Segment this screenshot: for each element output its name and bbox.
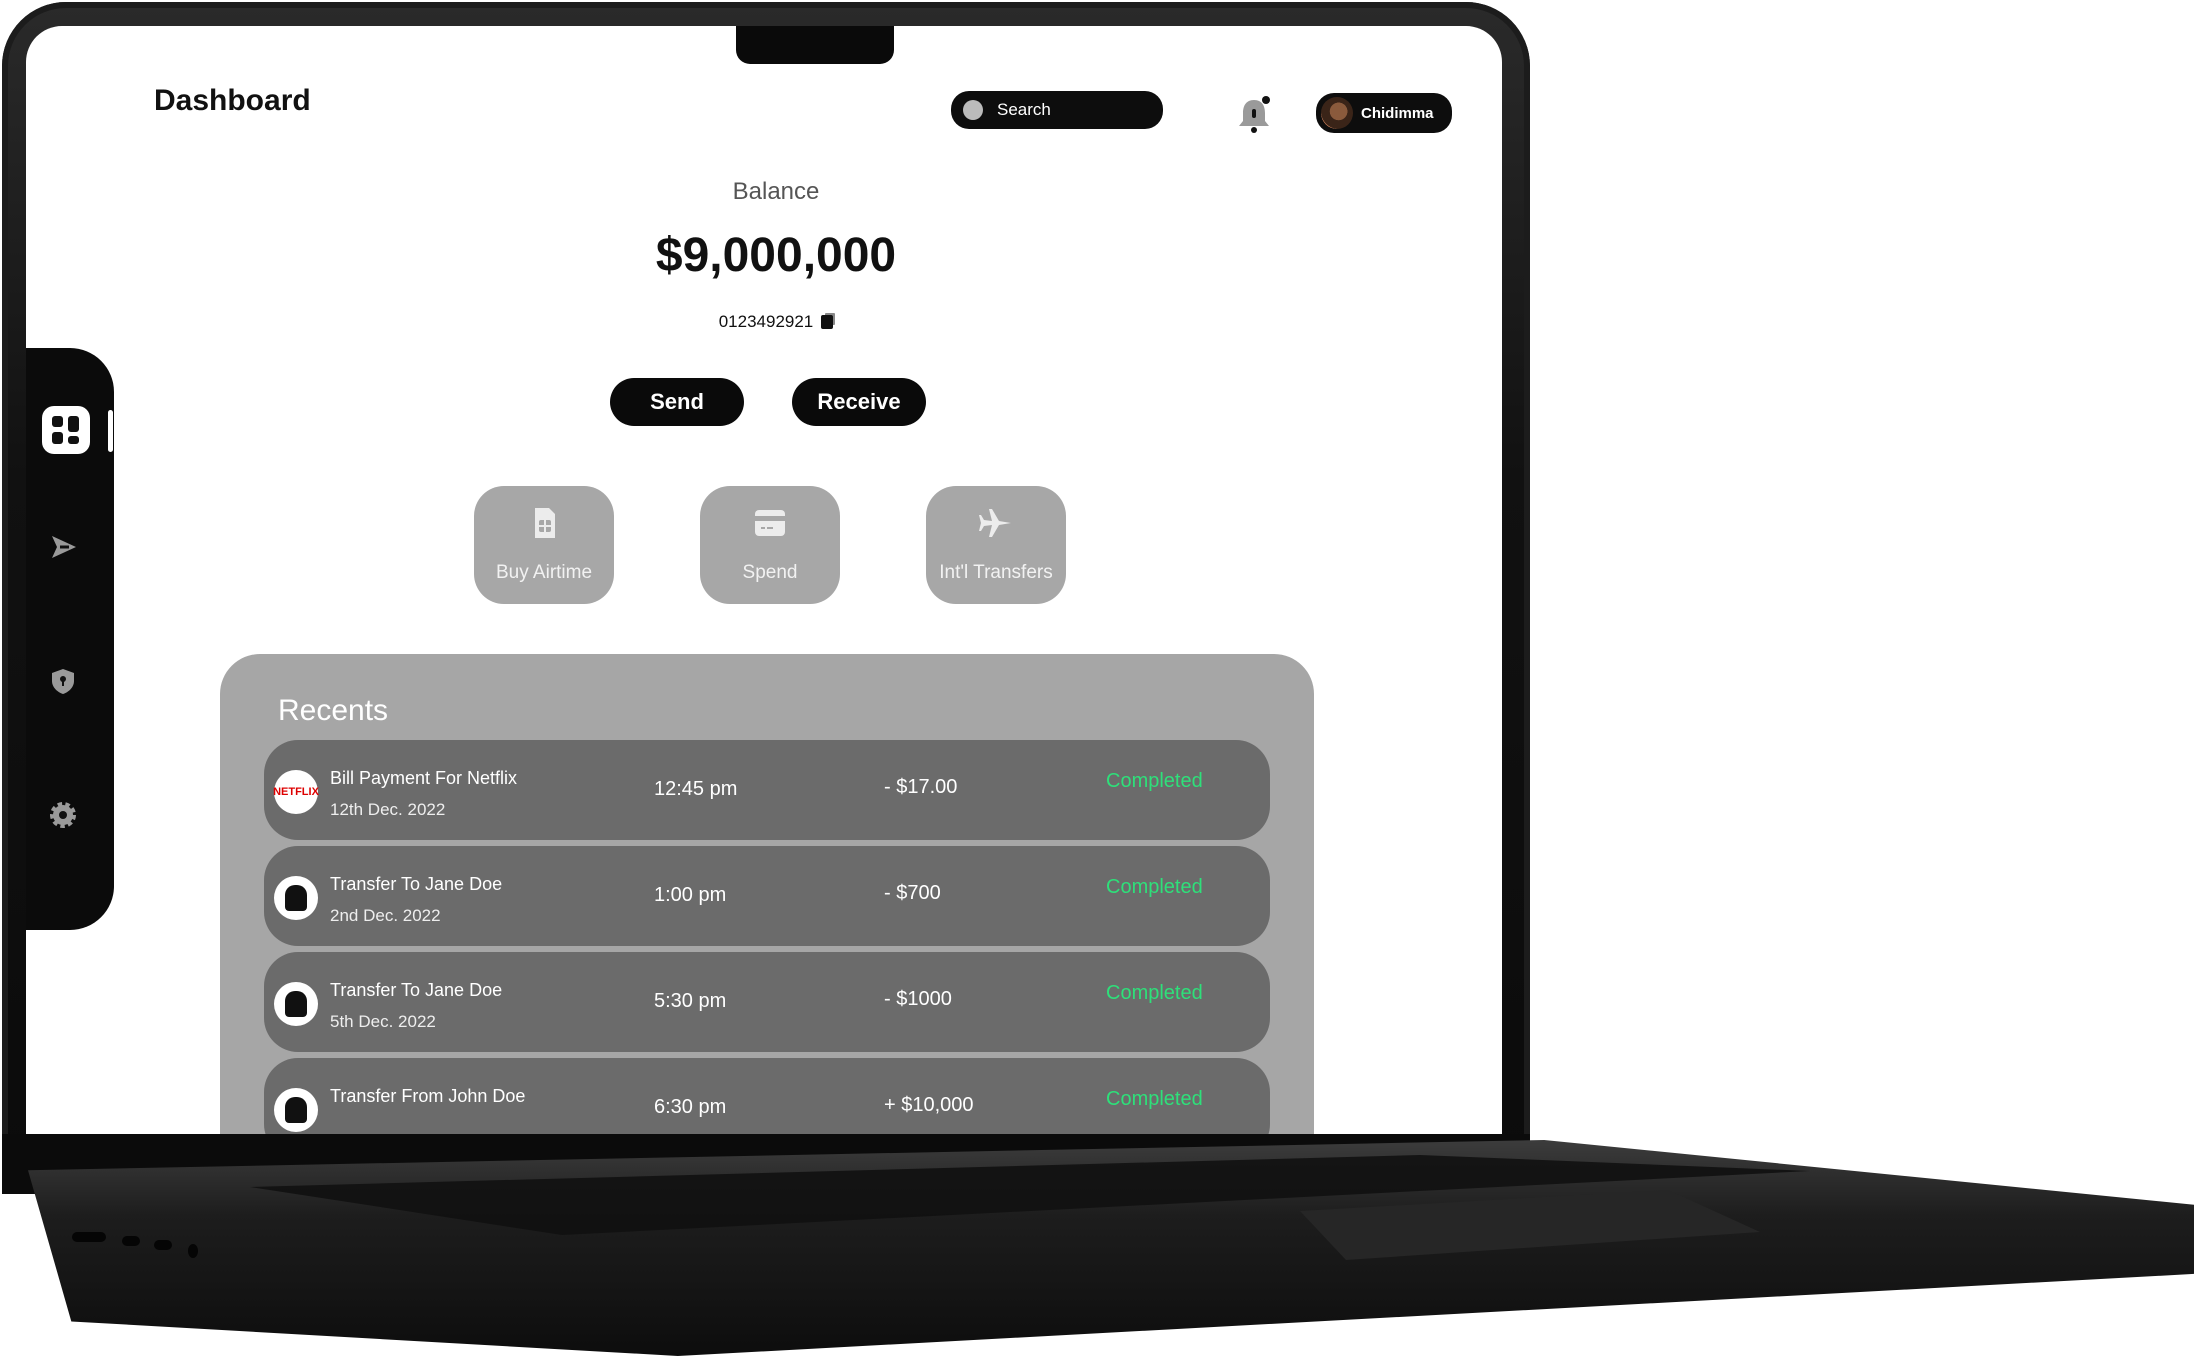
page-title: Dashboard: [154, 84, 311, 117]
transaction-status: Completed: [1106, 1088, 1203, 1110]
transaction-amount: - $1000: [884, 988, 952, 1010]
user-transfer-icon: [274, 876, 318, 920]
transaction-title: Transfer To Jane Doe: [330, 874, 503, 894]
transaction-status: Completed: [1106, 982, 1203, 1004]
user-name: Chidimma: [1361, 104, 1434, 122]
transaction-title: Transfer To Jane Doe: [330, 980, 503, 1000]
recents-title: Recents: [278, 694, 389, 727]
card-icon: [753, 506, 787, 540]
transaction-row[interactable]: Transfer From John Doe 6:30 pm + $10,000…: [264, 1058, 1270, 1134]
search-icon: [963, 100, 983, 120]
headphone-jack: [188, 1244, 198, 1258]
search-bar[interactable]: Search: [951, 91, 1163, 129]
camera-notch: [736, 26, 894, 64]
search-placeholder: Search: [997, 100, 1051, 119]
sidebar-item-dashboard[interactable]: [42, 406, 90, 454]
avatar: [1321, 97, 1353, 129]
send-icon[interactable]: [48, 532, 78, 562]
usb-c-port: [154, 1240, 172, 1250]
transaction-amount: - $700: [884, 882, 941, 904]
receive-button[interactable]: Receive: [792, 378, 926, 426]
shield-icon[interactable]: [48, 666, 78, 696]
transaction-date: 12th Dec. 2022: [330, 800, 446, 819]
transaction-amount: - $17.00: [884, 776, 958, 798]
recents-panel: Recents NETFLIX Bill Payment For Netflix…: [220, 654, 1314, 1134]
balance-label: Balance: [732, 178, 820, 205]
transaction-status: Completed: [1106, 770, 1203, 792]
user-transfer-icon: [274, 1088, 318, 1132]
transaction-time: 5:30 pm: [654, 990, 727, 1012]
transaction-time: 12:45 pm: [654, 778, 738, 800]
transaction-date: 5th Dec. 2022: [330, 1012, 436, 1031]
transaction-time: 1:00 pm: [654, 884, 727, 906]
active-indicator: [108, 410, 113, 452]
spend-label: Spend: [742, 562, 798, 583]
netflix-logo-icon: NETFLIX: [273, 770, 319, 814]
buy-airtime-button[interactable]: Buy Airtime: [474, 486, 614, 604]
transaction-row[interactable]: Transfer To Jane Doe 2nd Dec. 2022 1:00 …: [264, 846, 1270, 946]
transaction-amount: + $10,000: [884, 1094, 974, 1116]
sim-card-icon: [527, 506, 561, 540]
send-button[interactable]: Send: [610, 378, 744, 426]
airplane-icon: [979, 506, 1013, 540]
buy-airtime-label: Buy Airtime: [495, 562, 593, 583]
transaction-row[interactable]: NETFLIX Bill Payment For Netflix 12th De…: [264, 740, 1270, 840]
spend-button[interactable]: Spend: [700, 486, 840, 604]
user-transfer-icon: [274, 982, 318, 1026]
sidebar: [26, 348, 114, 930]
transaction-status: Completed: [1106, 876, 1203, 898]
usb-c-port: [72, 1232, 106, 1242]
gear-icon[interactable]: [48, 800, 78, 830]
account-number: 0123492921: [718, 312, 814, 331]
transaction-title: Bill Payment For Netflix: [330, 768, 518, 788]
copy-icon[interactable]: [821, 315, 834, 329]
intl-transfers-label: Int'l Transfers: [939, 562, 1053, 583]
account-number-row: 0123492921: [526, 312, 1026, 332]
transaction-time: 6:30 pm: [654, 1096, 727, 1118]
transaction-date: 2nd Dec. 2022: [330, 906, 441, 925]
transaction-row[interactable]: Transfer To Jane Doe 5th Dec. 2022 5:30 …: [264, 952, 1270, 1052]
usb-c-port: [122, 1236, 140, 1246]
transaction-title: Transfer From John Doe: [330, 1086, 526, 1106]
user-profile-chip[interactable]: Chidimma: [1316, 93, 1452, 133]
intl-transfers-button[interactable]: Int'l Transfers: [926, 486, 1066, 604]
balance-amount: $9,000,000: [655, 229, 897, 282]
app-screen: Dashboard Search Chidimma Balance $9,000…: [26, 26, 1502, 1134]
bell-icon[interactable]: [1236, 94, 1272, 136]
